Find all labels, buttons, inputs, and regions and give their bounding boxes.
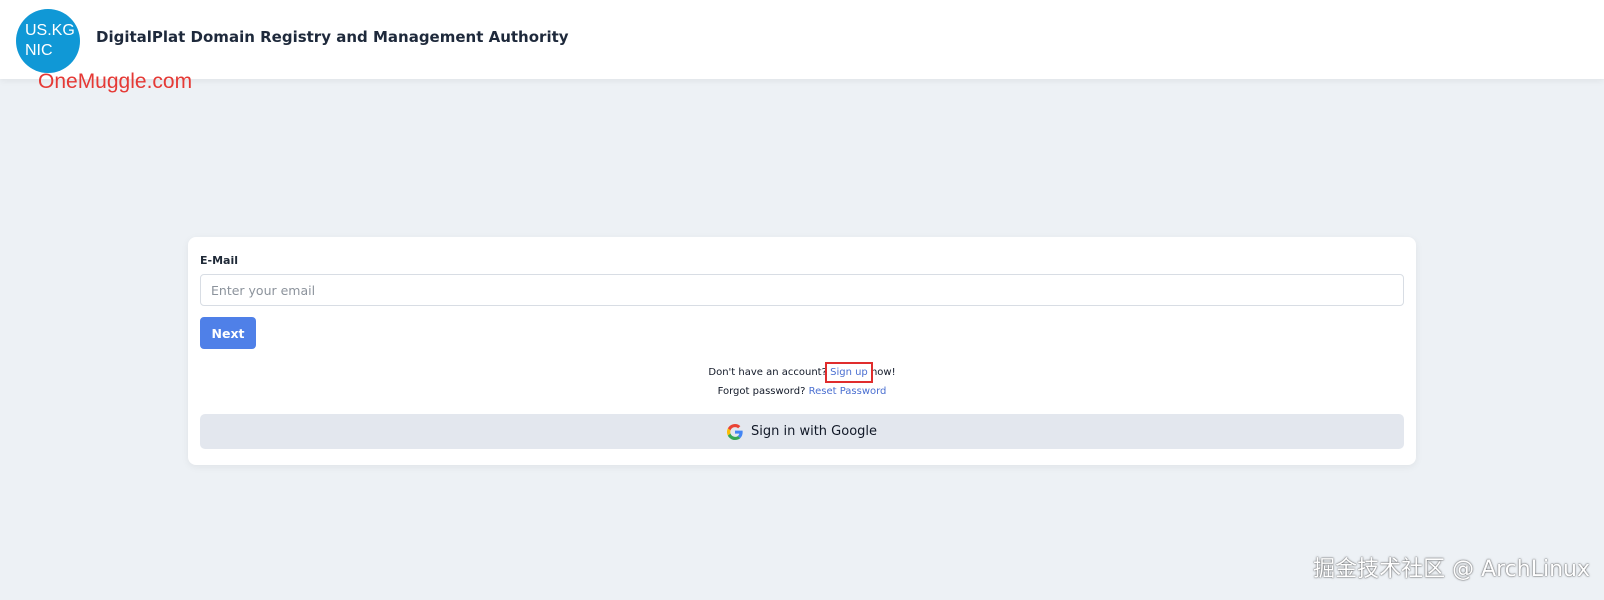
signup-suffix: now!	[867, 367, 896, 378]
email-input[interactable]	[200, 274, 1404, 306]
watermark-onemuggle: OneMuggle.com	[38, 70, 193, 93]
signup-prefix: Don't have an account?	[708, 367, 831, 378]
forgot-password-line: Forgot password? Reset Password	[188, 386, 1416, 397]
signup-line: Don't have an account? Sign up now!	[188, 362, 1416, 383]
email-label: E-Mail	[200, 254, 238, 267]
logo[interactable]: US.KG NIC	[16, 9, 80, 73]
google-signin-label: Sign in with Google	[750, 424, 878, 439]
forgot-prefix: Forgot password?	[717, 386, 809, 397]
logo-line-1: US.KG	[25, 22, 75, 39]
google-signin-button[interactable]: Sign in with Google	[200, 414, 1404, 449]
watermark-juejin: 掘金技术社区 @ ArchLinux	[1313, 557, 1590, 582]
login-card: E-Mail Next Don't have an account? Sign …	[188, 237, 1416, 465]
google-icon	[726, 423, 743, 440]
site-title: DigitalPlat Domain Registry and Manageme…	[96, 28, 569, 46]
header: US.KG NIC DigitalPlat Domain Registry an…	[0, 0, 1604, 79]
page: US.KG NIC DigitalPlat Domain Registry an…	[0, 0, 1604, 600]
logo-line-2: NIC	[25, 42, 53, 59]
reset-password-link[interactable]: Reset Password	[809, 386, 887, 397]
next-button[interactable]: Next	[200, 317, 256, 349]
signup-link[interactable]: Sign up	[825, 362, 873, 383]
